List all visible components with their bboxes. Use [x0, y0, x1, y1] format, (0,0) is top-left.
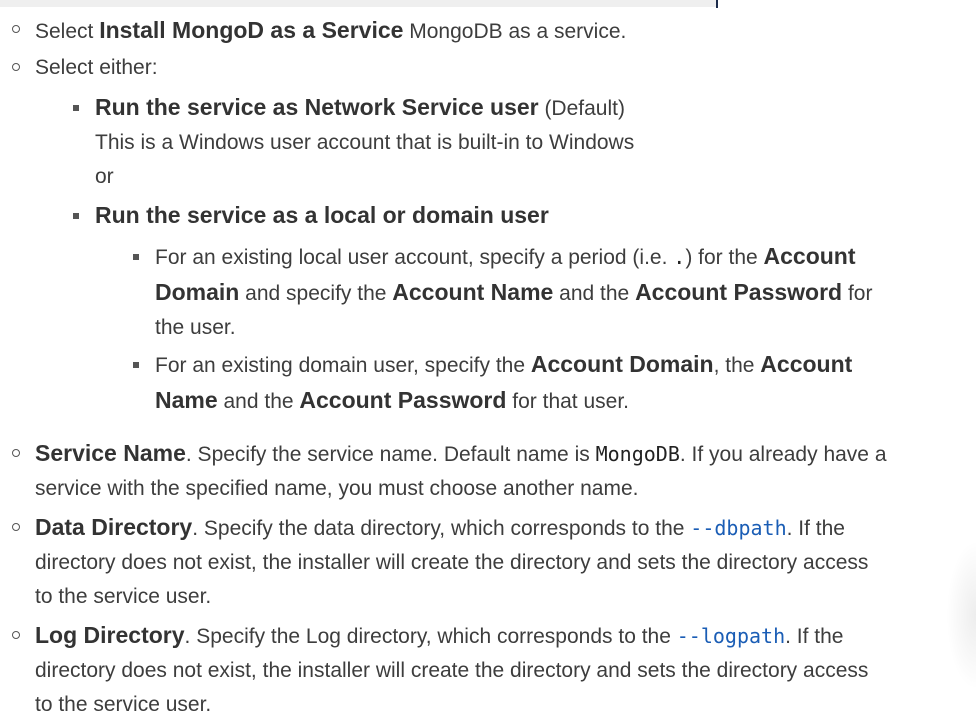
service-name-label: Service Name	[35, 440, 186, 466]
list-item-select-either: Select either:	[12, 51, 970, 85]
data-directory-text-3: directory does not exist, the installer …	[35, 551, 869, 574]
account-name-label: Account Name	[392, 279, 554, 305]
dbpath-code: --dbpath	[690, 516, 787, 540]
circle-bullet-icon	[12, 631, 20, 639]
local-text-3: and specify the	[239, 282, 393, 305]
list-item-service-name: Service Name. Specify the service name. …	[12, 436, 970, 506]
logpath-code: --logpath	[676, 624, 786, 648]
log-directory-text-3: directory does not exist, the installer …	[35, 659, 869, 682]
list-item-data-directory: Data Directory. Specify the data directo…	[12, 510, 970, 614]
subsub-item-existing-domain: For an existing domain user, specify the…	[133, 347, 955, 419]
install-service-text: MongoDB as a service.	[403, 20, 627, 43]
local-text-1: For an existing local user account, spec…	[155, 246, 674, 269]
circle-bullet-icon	[12, 523, 20, 531]
sub-item-local-domain: Run the service as a local or domain use…	[73, 198, 735, 234]
top-strip	[0, 0, 716, 7]
network-service-option: Run the service as Network Service user	[95, 94, 539, 120]
local-domain-option: Run the service as a local or domain use…	[95, 202, 549, 228]
name-label: Name	[155, 387, 218, 413]
local-text-4: and the	[553, 282, 636, 305]
square-bullet-icon	[73, 105, 79, 111]
circle-bullet-icon	[12, 25, 20, 33]
account-domain-label: Account Domain	[530, 351, 714, 377]
list-item-install-service: Select Install MongoD as a Service Mongo…	[12, 13, 970, 49]
circle-bullet-icon	[12, 449, 20, 457]
local-text-2: ) for the	[685, 246, 764, 269]
period-code: .	[673, 245, 686, 269]
install-service-option: Install MongoD as a Service	[99, 17, 404, 43]
square-bullet-icon	[133, 362, 139, 368]
service-name-text-1: . Specify the service name. Default name…	[185, 443, 596, 466]
domain-text-3: and the	[217, 390, 300, 413]
top-edge-mark	[716, 0, 718, 8]
domain-text-1: For an existing domain user, specify the	[155, 354, 531, 377]
data-directory-text-2: . If the	[786, 517, 845, 540]
sub-item-network-service: Run the service as Network Service user …	[73, 90, 735, 194]
square-bullet-icon	[73, 213, 79, 219]
domain-label: Domain	[155, 279, 240, 305]
log-directory-text-1: . Specify the Log directory, which corre…	[184, 625, 677, 648]
log-directory-text-2: . If the	[785, 625, 844, 648]
service-name-text-3: service with the specified name, you mus…	[35, 477, 639, 500]
list-item-log-directory: Log Directory. Specify the Log directory…	[12, 618, 970, 722]
data-directory-label: Data Directory	[35, 514, 193, 540]
subsub-item-existing-local: For an existing local user account, spec…	[133, 239, 955, 345]
network-service-desc: This is a Windows user account that is b…	[95, 131, 635, 154]
network-service-default: (Default)	[538, 97, 625, 120]
service-name-text-2: . If you already have a	[679, 443, 887, 466]
local-text-5: for	[842, 282, 873, 305]
or-text: or	[95, 165, 114, 188]
select-either-text: Select either:	[35, 56, 158, 79]
log-directory-label: Log Directory	[35, 622, 185, 648]
account-label: Account	[760, 351, 853, 377]
log-directory-text-4: to the service user.	[35, 693, 212, 716]
circle-bullet-icon	[12, 63, 20, 71]
data-directory-text-4: to the service user.	[35, 585, 212, 608]
account-password-label: Account Password	[299, 387, 507, 413]
data-directory-text-1: . Specify the data directory, which corr…	[192, 517, 691, 540]
square-bullet-icon	[133, 254, 139, 260]
domain-text-4: for that user.	[506, 390, 630, 413]
mongodb-code: MongoDB	[595, 442, 680, 466]
account-label: Account	[763, 243, 856, 269]
select-prefix: Select	[35, 20, 100, 43]
local-text-6: the user.	[155, 316, 236, 339]
domain-text-2: , the	[713, 354, 761, 377]
account-password-label: Account Password	[635, 279, 843, 305]
